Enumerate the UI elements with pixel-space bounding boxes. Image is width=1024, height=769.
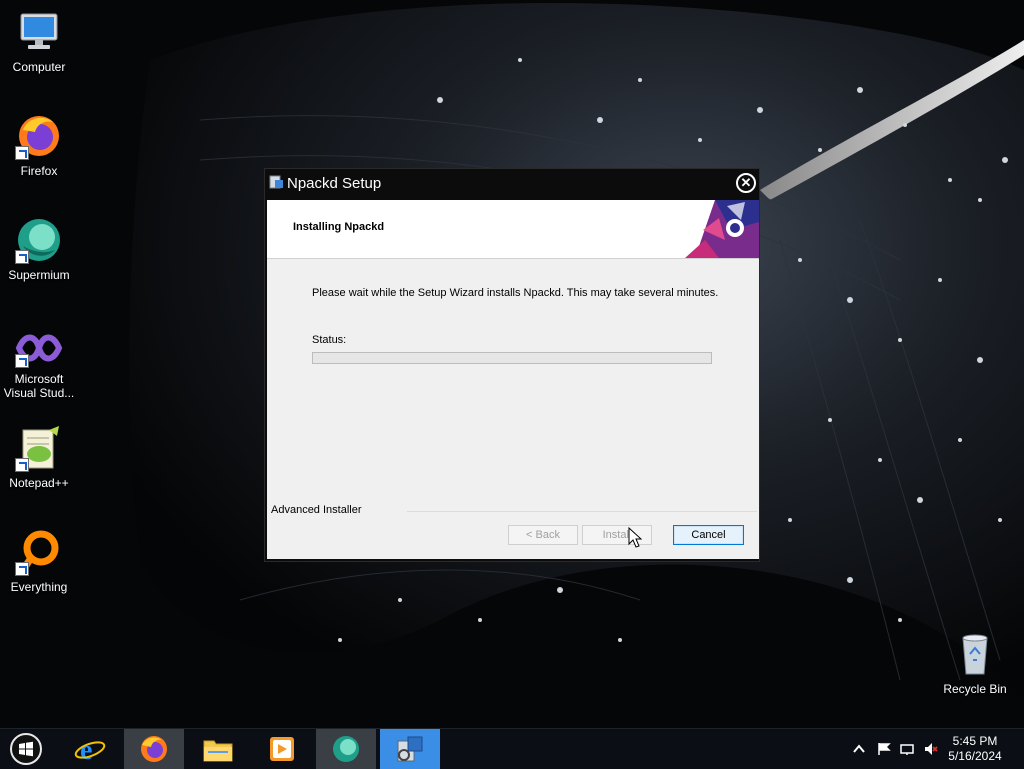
install-progress-bar (312, 352, 712, 364)
taskbar-file-explorer[interactable] (188, 729, 248, 769)
taskbar-firefox[interactable] (124, 729, 184, 769)
dialog-banner: Installing Npackd (267, 200, 759, 259)
dialog-body: Please wait while the Setup Wizard insta… (267, 259, 759, 559)
close-icon: ✕ (740, 175, 752, 190)
dialog-title: Npackd Setup (287, 175, 382, 192)
status-label: Status: (312, 334, 347, 346)
desktop-icon-label: Notepad++ (9, 476, 69, 490)
start-button[interactable] (10, 733, 42, 765)
volume-muted-icon[interactable] (924, 742, 938, 756)
media-player-icon (270, 737, 294, 761)
desktop-icon-label: Firefox (20, 164, 58, 178)
desktop-icon-notepadpp[interactable]: Notepad++ (0, 424, 78, 490)
shortcut-arrow-icon (15, 250, 29, 264)
taskbar-media-player[interactable] (252, 729, 312, 769)
installer-icon (397, 736, 423, 762)
taskbar-setup[interactable] (380, 729, 440, 769)
back-button[interactable]: < Back (508, 525, 578, 545)
network-icon[interactable] (900, 742, 914, 756)
installer-icon (269, 175, 283, 189)
shortcut-arrow-icon (15, 354, 29, 368)
desktop-icon-everything[interactable]: Everything (0, 528, 78, 594)
banner-title: Installing Npackd (293, 221, 385, 233)
chevron-up-icon[interactable] (852, 742, 866, 756)
taskbar-ie[interactable]: e (60, 729, 120, 769)
ie-icon: e (74, 735, 106, 763)
close-button[interactable]: ✕ (736, 173, 756, 193)
shortcut-arrow-icon (15, 562, 29, 576)
desktop-icon-label: Supermium (8, 268, 70, 282)
clock-date: 5/16/2024 (948, 749, 1002, 763)
action-center-flag-icon[interactable] (877, 742, 891, 756)
recycle-bin-icon (962, 634, 988, 675)
desktop-icon-label: Everything (10, 580, 68, 594)
desktop-icon-computer[interactable]: Computer (0, 8, 78, 74)
clock-time: 5:45 PM (952, 734, 998, 748)
windows-logo-icon (19, 741, 33, 757)
desktop-icon-label: Microsoft Visual Stud... (3, 372, 75, 400)
banner-artwork (685, 200, 759, 258)
button-separator (407, 511, 757, 512)
desktop-icon-visual-studio[interactable]: Microsoft Visual Stud... (0, 328, 78, 400)
setup-dialog: Npackd Setup ✕ Installing Npackd Please … (264, 168, 760, 562)
computer-icon (20, 13, 58, 49)
folder-icon (203, 740, 233, 762)
desktop-icon-recycle-bin[interactable]: Recycle Bin (936, 630, 1014, 696)
supermium-icon (333, 736, 359, 762)
mouse-pointer-icon (628, 527, 642, 548)
dialog-titlebar[interactable]: Npackd Setup ✕ (265, 169, 759, 199)
desktop-icon-label: Recycle Bin (943, 682, 1007, 696)
desktop-icon-firefox[interactable]: Firefox (0, 112, 78, 178)
shortcut-arrow-icon (15, 146, 29, 160)
shortcut-arrow-icon (15, 458, 29, 472)
taskbar-supermium[interactable] (316, 729, 376, 769)
svg-text:e: e (80, 735, 92, 763)
desktop-icon-label: Computer (12, 60, 66, 74)
taskbar: e 5:45 PM 5/16/2024 (0, 728, 1024, 769)
install-message: Please wait while the Setup Wizard insta… (312, 287, 719, 299)
cancel-button[interactable]: Cancel (673, 525, 744, 545)
desktop-icon-supermium[interactable]: Supermium (0, 216, 78, 282)
system-tray (850, 729, 940, 769)
installer-brand: Advanced Installer (271, 504, 362, 516)
firefox-icon (141, 736, 167, 762)
taskbar-clock[interactable]: 5:45 PM 5/16/2024 (940, 734, 1010, 764)
